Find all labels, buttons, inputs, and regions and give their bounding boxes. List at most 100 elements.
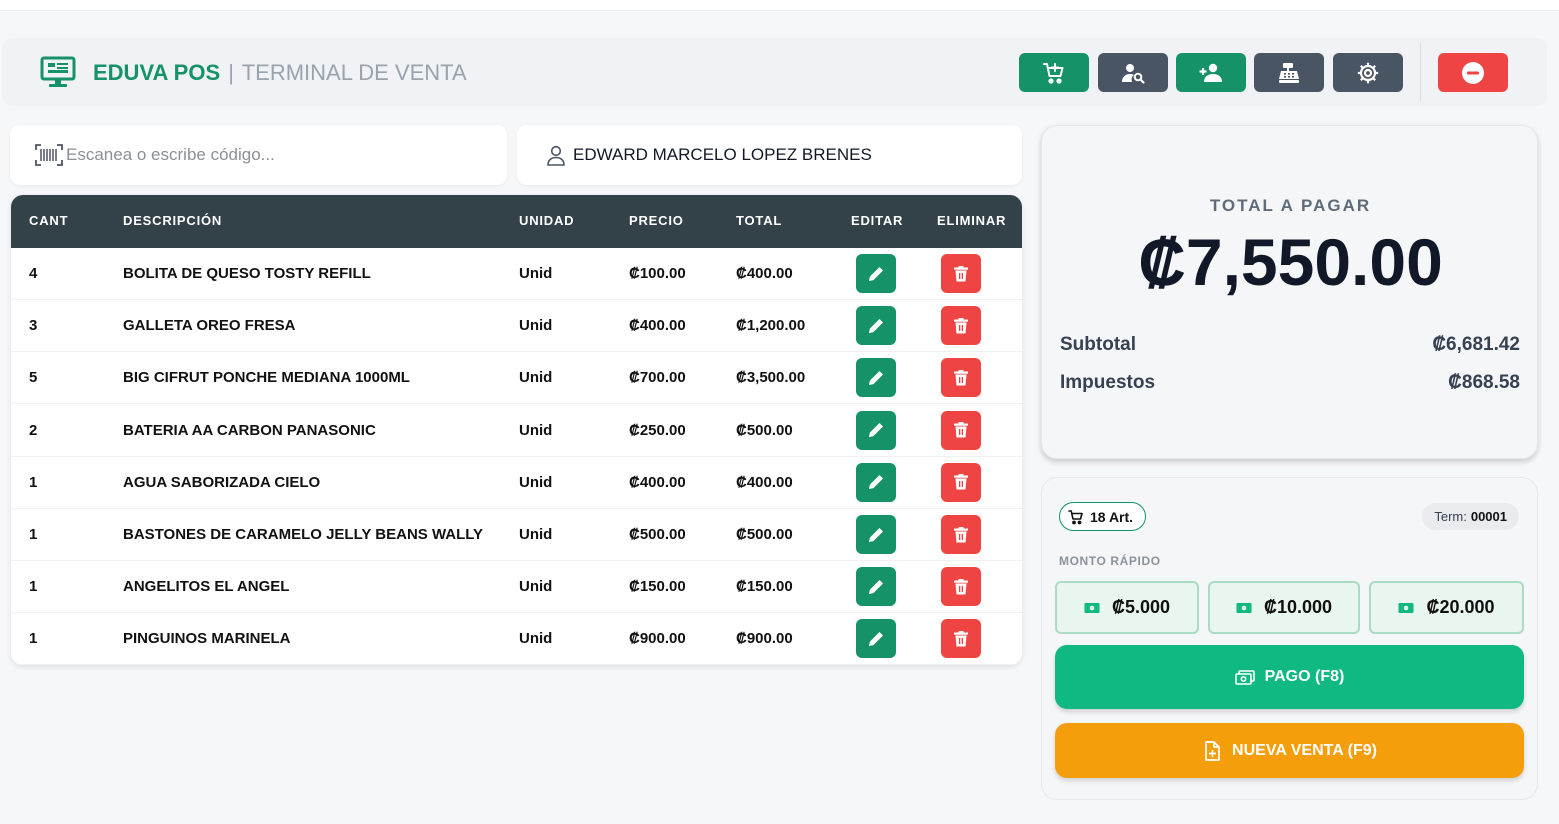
- edit-button[interactable]: [856, 567, 896, 607]
- row-description: ANGELITOS EL ANGEL: [123, 578, 290, 596]
- row-total: ₡400.00: [736, 265, 793, 282]
- table-row: 3 GALLETA OREO FRESA Unid ₡400.00 ₡1,200.00: [11, 300, 1022, 353]
- money-bill-icon: [1398, 602, 1414, 613]
- quick-amount-5000-button[interactable]: ₡5.000: [1055, 581, 1199, 634]
- monitor-icon: [40, 56, 76, 87]
- add-client-button[interactable]: [1176, 53, 1246, 92]
- trash-icon: [954, 474, 968, 490]
- delete-button[interactable]: [941, 410, 981, 450]
- row-description: PINGUINOS MARINELA: [123, 630, 291, 648]
- trash-icon: [954, 526, 968, 542]
- row-unit: Unid: [519, 265, 553, 282]
- cart-plus-icon: [1043, 62, 1064, 84]
- scan-box: [10, 125, 507, 185]
- row-price: ₡250.00: [629, 421, 686, 439]
- total-label: TOTAL A PAGAR: [1209, 196, 1372, 215]
- pencil-icon: [869, 423, 883, 438]
- terminal-label: Term:: [1434, 509, 1467, 524]
- row-description: BASTONES DE CARAMELO JELLY BEANS WALLY: [123, 526, 484, 543]
- row-unit: Unid: [519, 421, 553, 439]
- row-description: BIG CIFRUT PONCHE MEDIANA 1000ML: [123, 369, 410, 387]
- tax-value: ₡868.58: [1448, 372, 1520, 393]
- row-quantity: 2: [29, 421, 38, 439]
- table-row: 1 BASTONES DE CARAMELO JELLY BEANS WALLY U…: [11, 509, 1022, 561]
- edit-button[interactable]: [856, 254, 896, 293]
- delete-button[interactable]: [941, 254, 981, 293]
- money-bill-icon: [1236, 602, 1252, 613]
- column-header-descripcion: DESCRIPCIÓN: [123, 213, 223, 228]
- table-row: 1 AGUA SABORIZADA CIELO Unid ₡400.00 ₡400.00: [11, 457, 1022, 509]
- delete-button[interactable]: [941, 619, 981, 659]
- table-row: 1 PINGUINOS MARINELA Unid ₡900.00 ₡900.00: [11, 613, 1022, 665]
- row-quantity: 4: [29, 265, 38, 282]
- trash-icon: [954, 265, 968, 281]
- row-unit: Unid: [519, 526, 553, 543]
- column-header-cant: CANT: [29, 213, 69, 228]
- app-header: EDUVA POS | TERMINAL DE VENTA: [2, 38, 1547, 106]
- tax-label: Impuestos: [1060, 372, 1156, 393]
- row-quantity: 1: [29, 578, 38, 596]
- row-quantity: 3: [29, 317, 38, 335]
- search-input[interactable]: [66, 140, 486, 170]
- edit-button[interactable]: [856, 410, 896, 450]
- delete-button[interactable]: [941, 462, 981, 502]
- edit-button[interactable]: [856, 462, 896, 502]
- title-separator: |: [228, 60, 234, 85]
- search-client-button[interactable]: [1098, 53, 1168, 92]
- quick-amount-20000-button[interactable]: ₡20.000: [1369, 581, 1524, 634]
- quick-amount-label: MONTO RÁPIDO: [1059, 554, 1161, 568]
- pay-button[interactable]: PAGO (F8): [1055, 645, 1524, 709]
- row-price: ₡400.00: [629, 473, 686, 491]
- cart-table: CANT DESCRIPCIÓN UNIDAD PRECIO TOTAL EDI…: [11, 195, 1022, 665]
- cash-register-icon: [1279, 62, 1299, 83]
- cash-register-button[interactable]: [1254, 53, 1324, 92]
- total-amount: ₡7,550.00: [1138, 225, 1443, 299]
- row-quantity: 5: [29, 369, 38, 387]
- quick-amount-10000-button[interactable]: ₡10.000: [1208, 581, 1360, 634]
- row-unit: Unid: [519, 369, 553, 387]
- table-row: 4 BOLITA DE QUESO TOSTY REFILL Unid ₡100.00…: [11, 248, 1022, 300]
- pay-button-label: PAGO (F8): [1264, 668, 1345, 685]
- edit-button[interactable]: [856, 515, 896, 554]
- edit-button[interactable]: [856, 358, 896, 398]
- close-terminal-button[interactable]: [1438, 53, 1508, 92]
- row-description: GALLETA OREO FRESA: [123, 317, 296, 335]
- new-sale-button[interactable]: NUEVA VENTA (F9): [1055, 723, 1524, 778]
- row-total: ₡1,200.00: [736, 317, 806, 335]
- row-quantity: 1: [29, 630, 38, 648]
- column-header-precio: PRECIO: [629, 213, 684, 228]
- row-description: BOLITA DE QUESO TOSTY REFILL: [123, 265, 371, 282]
- row-total: ₡150.00: [736, 578, 793, 596]
- delete-button[interactable]: [941, 306, 981, 346]
- new-sale-button-label: NUEVA VENTA (F9): [1232, 741, 1377, 759]
- pencil-icon: [869, 527, 883, 542]
- trash-icon: [954, 422, 968, 438]
- column-header-eliminar: ELIMINAR: [937, 213, 1007, 228]
- edit-button[interactable]: [856, 619, 896, 659]
- row-price: ₡500.00: [629, 526, 686, 543]
- table-row: 2 BATERIA AA CARBON PANASONIC Unid ₡250.00 ₡…: [11, 405, 1022, 457]
- row-total: ₡500.00: [736, 526, 793, 543]
- table-header: CANT DESCRIPCIÓN UNIDAD PRECIO TOTAL EDI…: [11, 195, 1022, 248]
- settings-button[interactable]: [1333, 53, 1403, 92]
- row-quantity: 1: [29, 473, 38, 491]
- table-row: 1 ANGELITOS EL ANGEL Unid ₡150.00 ₡150.00: [11, 561, 1022, 614]
- add-to-cart-button[interactable]: [1019, 53, 1089, 92]
- delete-button[interactable]: [941, 567, 981, 607]
- delete-button[interactable]: [941, 358, 981, 398]
- cart-icon: [1068, 509, 1083, 524]
- edit-button[interactable]: [856, 306, 896, 346]
- article-count: 18 Art.: [1090, 508, 1134, 525]
- total-card: TOTAL A PAGAR ₡7,550.00 Subtotal ₡6,681.…: [1041, 125, 1538, 459]
- client-name: EDWARD MARCELO LOPEZ BRENES: [573, 145, 872, 164]
- row-price: ₡700.00: [629, 369, 686, 387]
- client-box[interactable]: EDWARD MARCELO LOPEZ BRENES: [517, 125, 1022, 185]
- terminal-number: 00001: [1470, 509, 1507, 524]
- subtotal-label: Subtotal: [1060, 334, 1136, 355]
- delete-button[interactable]: [941, 515, 981, 554]
- pencil-icon: [869, 318, 883, 333]
- terminal-badge: Term: 00001: [1422, 503, 1519, 530]
- row-description: BATERIA AA CARBON PANASONIC: [123, 421, 376, 439]
- app-title: EDUVA POS | TERMINAL DE VENTA: [93, 60, 467, 86]
- row-unit: Unid: [519, 317, 553, 335]
